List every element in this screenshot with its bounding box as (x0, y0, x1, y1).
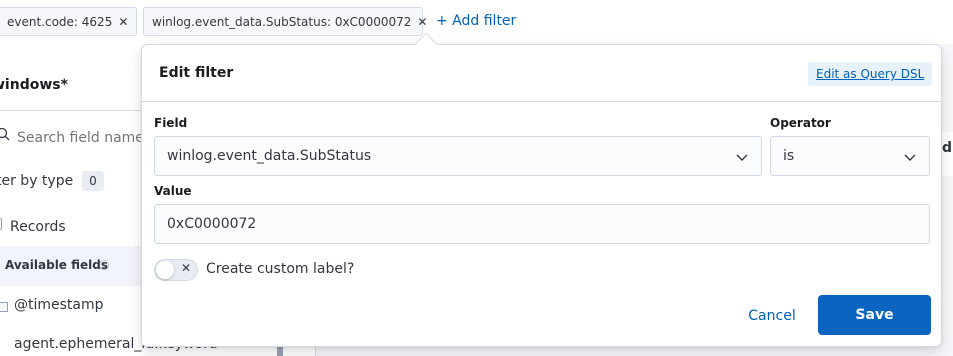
filter-count-badge: 0 (82, 171, 104, 191)
cancel-button[interactable]: Cancel (734, 296, 810, 336)
close-icon[interactable]: ✕ (417, 15, 427, 29)
search-field-names-input[interactable] (17, 130, 147, 146)
operator-select[interactable]: is (770, 136, 930, 176)
save-button[interactable]: Save (818, 295, 931, 335)
divider (142, 101, 943, 102)
main-tab-label: d (942, 140, 953, 156)
filter-pill-substatus[interactable]: winlog.event_data.SubStatus: 0xC0000072 … (143, 7, 427, 36)
toggle-knob (156, 261, 174, 279)
field-label: Field (154, 116, 188, 130)
help-icon: ⓘ (99, 261, 109, 272)
filter-bar: event.code: 4625 ✕ winlog.event_data.Sub… (0, 0, 953, 44)
filter-by-type-label[interactable]: ter by type (0, 173, 73, 189)
chevron-down-icon[interactable] (903, 150, 917, 164)
edit-filter-popover: Edit filter Edit as Query DSL Field winl… (141, 32, 943, 347)
index-pattern-title[interactable]: windows* (0, 77, 68, 93)
value-text: 0xC0000072 (167, 216, 257, 232)
chevron-down-icon[interactable] (735, 150, 749, 164)
add-filter-button[interactable]: + Add filter (436, 13, 516, 29)
custom-label-toggle-label: Create custom label? (206, 261, 355, 277)
value-input[interactable]: 0xC0000072 (154, 204, 930, 244)
operator-label: Operator (770, 116, 831, 130)
field-item-timestamp[interactable]: @timestamp (14, 297, 104, 313)
filter-pill-label: winlog.event_data.SubStatus: 0xC0000072 (152, 14, 412, 29)
popover-title: Edit filter (159, 65, 234, 81)
filter-pill-label: event.code: 4625 (7, 14, 113, 29)
close-icon[interactable]: ✕ (118, 15, 128, 29)
date-type-icon (0, 302, 8, 312)
edit-as-query-dsl-button[interactable]: Edit as Query DSL (808, 62, 933, 86)
records-label: Records (10, 219, 66, 235)
field-value: winlog.event_data.SubStatus (167, 148, 372, 164)
custom-label-toggle[interactable]: ✕ (154, 259, 198, 281)
field-combobox[interactable]: winlog.event_data.SubStatus (154, 136, 762, 176)
available-fields-label: Available fields (5, 258, 109, 272)
filter-pill-event-code[interactable]: event.code: 4625 ✕ (0, 7, 137, 36)
operator-value: is (783, 148, 795, 164)
checkbox[interactable] (0, 218, 2, 230)
value-label: Value (154, 184, 192, 198)
cross-icon: ✕ (181, 261, 192, 275)
search-icon (0, 127, 10, 141)
